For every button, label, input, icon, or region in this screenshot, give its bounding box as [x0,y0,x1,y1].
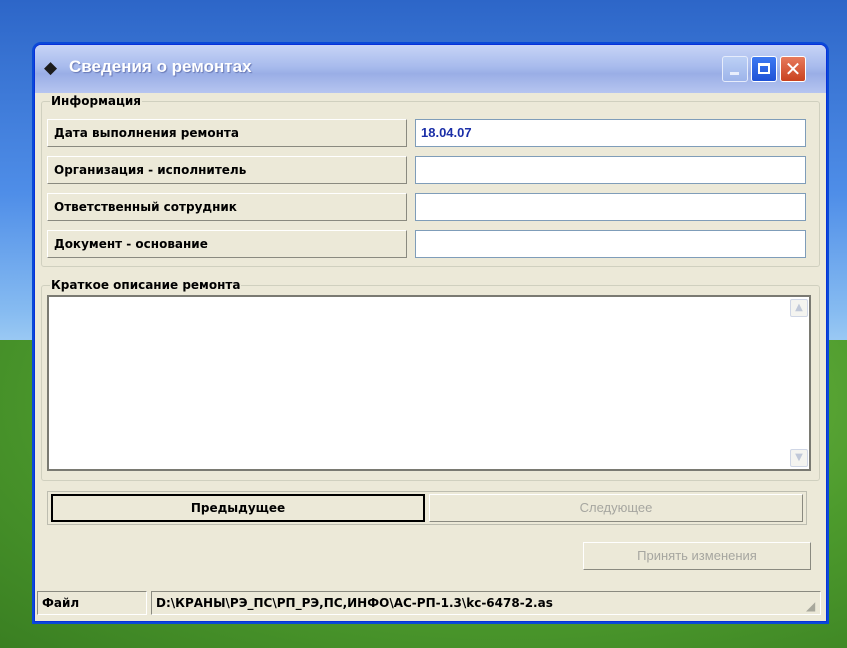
maximize-button[interactable] [751,56,777,82]
minimize-icon [730,72,739,75]
base-document-label: Документ - основание [47,230,407,258]
close-button[interactable]: ✕ [780,56,806,82]
status-file-path: D:\КРАНЫ\РЭ_ПС\РП_РЭ,ПС,ИНФО\АС-РП-1.3\k… [151,591,821,615]
responsible-label: Ответственный сотрудник [47,193,407,221]
status-file-label: Файл [37,591,147,615]
info-legend: Информация [50,94,142,108]
base-document-field[interactable] [415,230,806,258]
description-scrollbar[interactable]: ▲ ▼ [789,297,809,469]
dialog-window: ◆ Сведения о ремонтах ✕ Информация Дата … [34,44,827,622]
accept-changes-button[interactable]: Принять изменения [583,542,811,570]
responsible-field[interactable] [415,193,806,221]
close-icon: ✕ [784,57,802,81]
scroll-down-arrow-icon[interactable]: ▼ [790,449,808,467]
title-bar[interactable]: ◆ Сведения о ремонтах ✕ [35,45,826,93]
description-textarea[interactable]: ▲ ▼ [47,295,811,471]
status-bar: Файл D:\КРАНЫ\РЭ_ПС\РП_РЭ,ПС,ИНФО\АС-РП-… [37,589,824,617]
navigation-strip: Предыдущее Следующее [47,491,807,525]
repair-date-field[interactable]: 18.04.07 [415,119,806,147]
previous-button[interactable]: Предыдущее [51,494,425,522]
contractor-field[interactable] [415,156,806,184]
repair-date-label: Дата выполнения ремонта [47,119,407,147]
description-legend: Краткое описание ремонта [50,278,242,292]
contractor-label: Организация - исполнитель [47,156,407,184]
next-button[interactable]: Следующее [429,494,803,522]
chip-icon: ◆ [44,58,58,78]
resize-grip-icon[interactable]: ◢ [806,599,820,613]
minimize-button[interactable] [722,56,748,82]
scroll-up-arrow-icon[interactable]: ▲ [790,299,808,317]
window-title: Сведения о ремонтах [69,57,252,76]
maximize-icon [758,63,770,74]
